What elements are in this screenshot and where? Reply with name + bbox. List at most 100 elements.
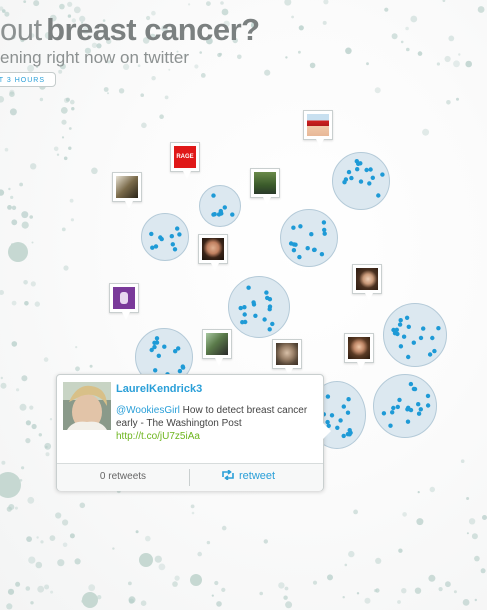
tweet-dot bbox=[297, 254, 302, 260]
background-dot bbox=[221, 525, 227, 531]
background-dot bbox=[16, 388, 20, 392]
avatar-woman-portrait-icon[interactable] bbox=[198, 234, 228, 271]
background-dot bbox=[448, 35, 455, 42]
tweet-dot bbox=[367, 181, 372, 186]
cluster-dots bbox=[342, 159, 385, 198]
background-dot bbox=[7, 205, 12, 210]
background-dot bbox=[21, 211, 29, 219]
background-dot bbox=[220, 1, 224, 5]
tweet-cluster[interactable] bbox=[199, 185, 241, 227]
tweet-cluster[interactable] bbox=[280, 209, 338, 267]
tweet-dot bbox=[427, 352, 433, 357]
background-dot bbox=[174, 575, 180, 581]
background-dot bbox=[422, 128, 430, 136]
background-dot bbox=[278, 582, 285, 589]
background-dot bbox=[0, 382, 7, 389]
avatar-brunette-portrait-icon[interactable] bbox=[352, 264, 382, 301]
tweet-dot bbox=[293, 242, 298, 247]
background-dot bbox=[45, 452, 50, 457]
background-dot bbox=[414, 587, 422, 594]
tweet-mention[interactable]: @WookiesGirl bbox=[116, 405, 180, 416]
tweet-link[interactable]: http://t.co/jU7z5iAa bbox=[116, 430, 316, 443]
background-dot bbox=[82, 592, 98, 608]
time-filter-button[interactable]: ST 3 HOURS bbox=[0, 72, 56, 87]
page-title: out breast cancer? bbox=[0, 12, 260, 48]
background-dot bbox=[190, 504, 195, 509]
tweet-dot bbox=[291, 248, 297, 253]
background-dot bbox=[75, 346, 78, 349]
avatar-outdoor-photo-icon[interactable] bbox=[250, 168, 280, 205]
background-dot bbox=[291, 15, 294, 19]
background-dot bbox=[200, 73, 206, 78]
background-dot bbox=[194, 64, 199, 69]
tweet-dot bbox=[341, 433, 346, 439]
background-dot bbox=[75, 366, 80, 372]
tweet-dot bbox=[388, 423, 393, 428]
background-dot bbox=[429, 486, 435, 493]
avatar-group-photo-icon[interactable] bbox=[112, 172, 142, 209]
background-dot bbox=[112, 547, 115, 550]
background-dot bbox=[1, 460, 6, 465]
retweet-icon bbox=[222, 469, 234, 481]
background-dot bbox=[406, 47, 410, 52]
tweet-cluster[interactable] bbox=[373, 374, 437, 438]
background-dot bbox=[158, 563, 166, 571]
background-dot bbox=[442, 0, 446, 2]
tweet-cluster[interactable] bbox=[141, 213, 189, 261]
tweet-dot bbox=[364, 167, 369, 173]
tweet-dot bbox=[376, 193, 381, 198]
retweet-count: 0 retweets bbox=[99, 471, 147, 482]
background-dot bbox=[214, 580, 219, 586]
background-dot bbox=[61, 119, 67, 125]
background-dot bbox=[159, 114, 164, 119]
background-dot bbox=[474, 598, 477, 602]
tweet-dot bbox=[401, 334, 407, 339]
background-dot bbox=[219, 52, 223, 56]
tweet-cluster[interactable] bbox=[228, 276, 290, 338]
background-dot bbox=[28, 556, 36, 564]
background-dot bbox=[50, 590, 54, 594]
background-dot bbox=[468, 518, 476, 525]
background-dot bbox=[0, 376, 3, 380]
tweet-dot bbox=[238, 305, 243, 311]
background-dot bbox=[23, 280, 28, 285]
tweet-dot bbox=[322, 231, 327, 236]
background-dot bbox=[384, 7, 389, 12]
background-dot bbox=[91, 167, 98, 175]
avatar-rage-logo-icon[interactable]: RAGE bbox=[170, 142, 200, 179]
avatar-scenery-photo-icon[interactable] bbox=[202, 329, 232, 366]
avatar-purple-logo-icon[interactable] bbox=[109, 283, 139, 320]
tweet-dot bbox=[211, 193, 216, 198]
tweet-dot bbox=[152, 340, 157, 345]
tweet-cluster[interactable] bbox=[383, 303, 447, 367]
avatar-face-photo-icon[interactable] bbox=[272, 339, 302, 376]
tweet-author-avatar[interactable] bbox=[63, 382, 111, 430]
background-dot bbox=[345, 47, 352, 55]
background-dot bbox=[356, 592, 360, 595]
tweet-dot bbox=[222, 205, 227, 210]
avatar-red-hat-icon[interactable] bbox=[303, 110, 333, 147]
tweet-dot bbox=[416, 402, 421, 407]
background-dot bbox=[69, 198, 74, 203]
background-dot bbox=[49, 418, 53, 421]
background-dot bbox=[40, 540, 44, 544]
tweet-dot bbox=[368, 167, 373, 172]
rage-logo-text: RAGE bbox=[174, 146, 196, 168]
background-dot bbox=[69, 533, 75, 539]
tweet-dot bbox=[172, 247, 178, 252]
tweet-dot bbox=[370, 175, 375, 180]
retweet-button[interactable]: retweet bbox=[221, 469, 275, 482]
background-dot bbox=[21, 221, 29, 229]
avatar-woman-smiling-icon[interactable] bbox=[344, 333, 374, 370]
tweet-dot bbox=[329, 413, 335, 418]
tweet-username[interactable]: LaurelKendrick3 bbox=[116, 383, 202, 395]
tweet-dot bbox=[298, 224, 303, 229]
tweet-dot bbox=[358, 161, 363, 166]
tweet-cluster[interactable] bbox=[332, 152, 390, 210]
tweet-dot bbox=[251, 302, 257, 307]
background-dot bbox=[453, 60, 460, 68]
background-dot bbox=[68, 146, 72, 150]
background-dot bbox=[471, 533, 478, 540]
tweet-dot bbox=[347, 428, 352, 433]
background-dot bbox=[29, 405, 34, 410]
